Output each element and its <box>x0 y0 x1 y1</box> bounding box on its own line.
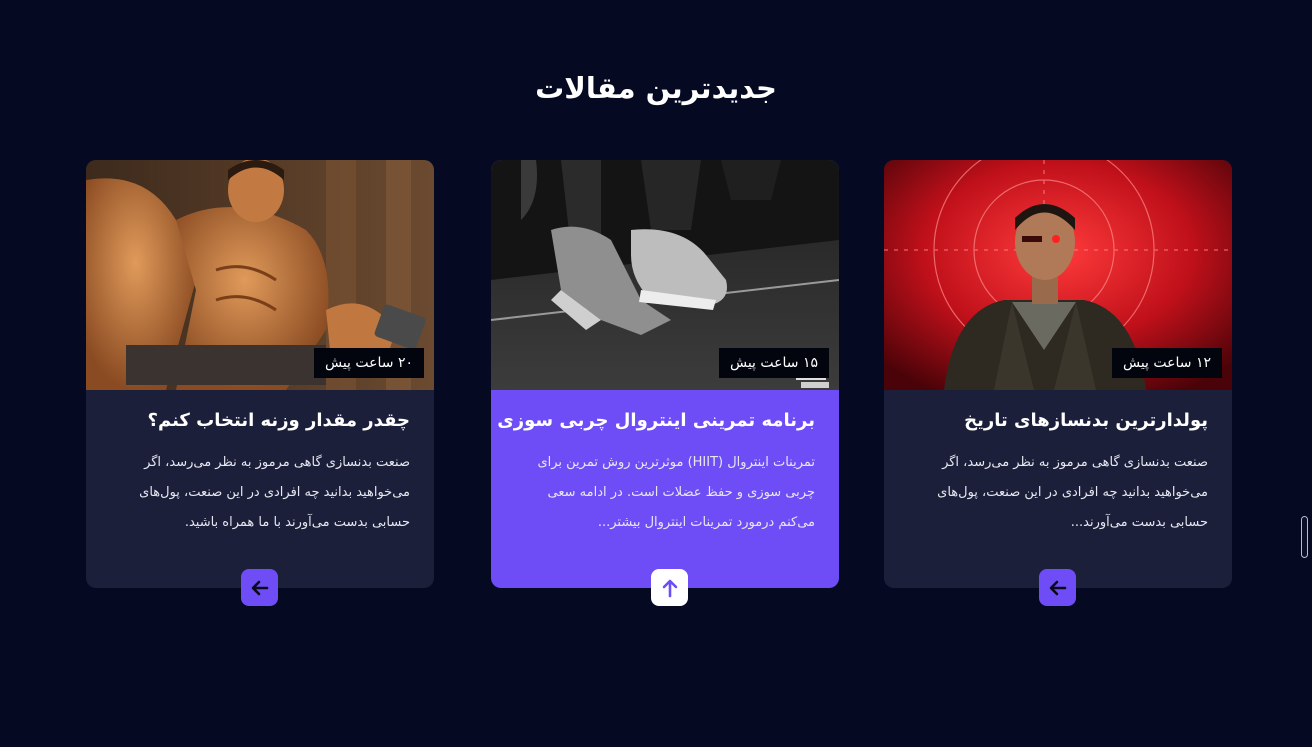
read-more-button[interactable] <box>1039 569 1076 606</box>
arrow-left-icon <box>1049 580 1066 595</box>
article-title[interactable]: چقدر مقدار وزنه انتخاب کنم؟ <box>110 406 410 436</box>
article-excerpt: صنعت بدنسازی گاهی مرموز به نظر می‌رسد، ا… <box>937 455 1208 530</box>
section-title: جدیدترین مقالات <box>535 71 777 105</box>
read-more-button[interactable] <box>651 569 688 606</box>
time-badge: ۲۰ ساعت پیش <box>313 348 424 378</box>
article-title[interactable]: برنامه تمرینی اینتروال چربی سوزی <box>497 406 815 436</box>
arrow-up-icon <box>662 579 677 597</box>
arrow-left-icon <box>251 580 268 595</box>
article-excerpt: صنعت بدنسازی گاهی مرموز به نظر می‌رسد، ا… <box>139 455 410 530</box>
time-badge: ۱۵ ساعت پیش <box>718 348 829 378</box>
article-card-richest-bodybuilders[interactable]: ۱۲ ساعت پیش پولدارترین بدنسازهای تاریخ ص… <box>884 160 1232 606</box>
article-title[interactable]: پولدارترین بدنسازهای تاریخ <box>908 406 1208 436</box>
read-more-button[interactable] <box>241 569 278 606</box>
scrollbar-thumb[interactable] <box>1301 516 1308 558</box>
article-excerpt: تمرینات اینتروال (HIIT) موثرترین روش تمر… <box>537 455 815 530</box>
time-badge: ۱۲ ساعت پیش <box>1111 348 1222 378</box>
article-card-hiit-program[interactable]: ۱۵ ساعت پیش برنامه تمرینی اینتروال چربی … <box>491 160 839 606</box>
latest-articles-section: جدیدترین مقالات ۱۲ ساعت پیش پولدارترین ب… <box>0 0 1312 747</box>
article-card-weight-selection[interactable]: ۲۰ ساعت پیش چقدر مقدار وزنه انتخاب کنم؟ … <box>86 160 434 606</box>
